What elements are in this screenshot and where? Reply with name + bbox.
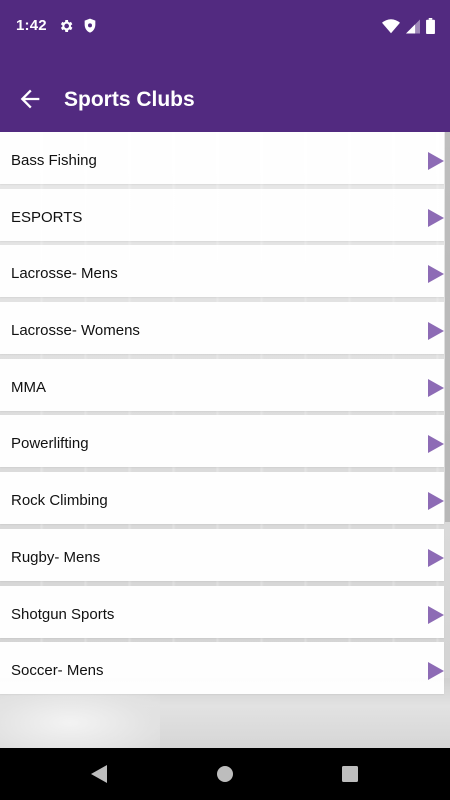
list-item-label: Lacrosse- Mens	[11, 265, 118, 283]
play-arrow-icon	[428, 322, 444, 341]
play-arrow-icon	[428, 378, 444, 397]
list-item-label: Bass Fishing	[11, 152, 97, 169]
back-triangle-icon[interactable]	[90, 764, 108, 789]
list-item[interactable]: ESPORTS	[0, 188, 444, 241]
status-right-icons	[382, 18, 435, 39]
list-item-label: Rock Climbing	[11, 492, 108, 510]
list-item[interactable]: Lacrosse- Mens	[0, 245, 444, 298]
play-arrow-icon	[428, 662, 444, 681]
play-arrow-icon	[428, 265, 444, 284]
list-item[interactable]: Soccer- Mens	[0, 642, 444, 695]
list-item[interactable]: MMA	[0, 358, 444, 411]
battery-icon	[426, 18, 435, 39]
list-item-label: Soccer- Mens	[11, 662, 104, 680]
cellular-signal-icon	[406, 19, 420, 39]
status-bar: 1:42	[0, 0, 450, 54]
list-item-label: Rugby- Mens	[11, 548, 101, 566]
page-title: Sports Clubs	[64, 88, 195, 111]
list-item-label: Shotgun Sports	[11, 605, 115, 623]
list-item[interactable]: Rugby- Mens	[0, 528, 444, 581]
scrollbar[interactable]	[445, 132, 450, 522]
play-arrow-icon	[428, 435, 444, 454]
list-item-label: ESPORTS	[11, 208, 83, 226]
shield-icon	[83, 18, 97, 39]
app-bar: Sports Clubs	[0, 54, 450, 132]
arrow-left-icon	[16, 89, 44, 117]
list-item[interactable]: Rock Climbing	[0, 472, 444, 525]
home-circle-icon[interactable]	[216, 764, 234, 789]
gear-icon	[58, 18, 74, 39]
list-item[interactable]: Shotgun Sports	[0, 585, 444, 638]
clubs-list: Bass Fishing ESPORTS Lacrosse- Mens Lacr…	[0, 132, 444, 699]
play-arrow-icon	[428, 152, 444, 170]
list-item[interactable]: Powerlifting	[0, 415, 444, 468]
list-item-label: MMA	[11, 378, 46, 396]
wifi-icon	[382, 18, 400, 39]
play-arrow-icon	[428, 492, 444, 511]
play-arrow-icon	[428, 605, 444, 624]
status-time: 1:42	[16, 17, 47, 34]
play-arrow-icon	[428, 548, 444, 567]
play-arrow-icon	[428, 208, 444, 227]
list-item[interactable]: Bass Fishing	[0, 132, 444, 184]
list-item-label: Powerlifting	[11, 435, 89, 453]
status-left-icons	[58, 18, 97, 39]
content-area[interactable]: Bass Fishing ESPORTS Lacrosse- Mens Lacr…	[0, 132, 450, 748]
back-button[interactable]	[16, 85, 52, 117]
recents-square-icon[interactable]	[341, 764, 359, 789]
list-item[interactable]: Lacrosse- Womens	[0, 302, 444, 355]
list-item-label: Lacrosse- Womens	[11, 322, 140, 340]
system-nav-bar	[0, 748, 450, 800]
